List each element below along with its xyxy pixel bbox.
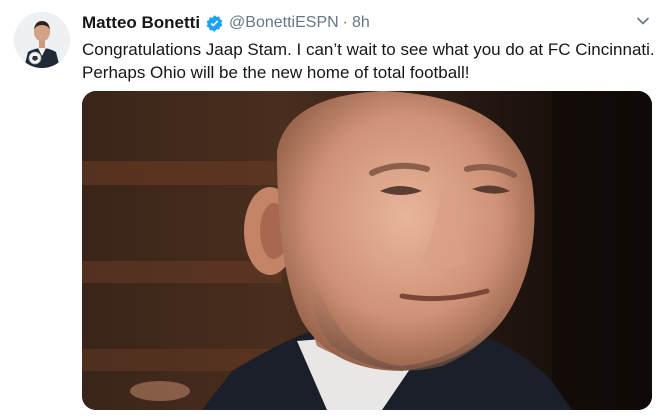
meta-separator: · (342, 14, 348, 31)
avatar[interactable] (14, 12, 70, 68)
chevron-down-icon[interactable] (636, 14, 650, 28)
author-handle[interactable]: @BonettiESPN (229, 14, 339, 32)
author-display-name[interactable]: Matteo Bonetti (82, 13, 200, 33)
tweet-text-line: Perhaps Ohio will be the new home of tot… (82, 63, 470, 82)
tweet-media-photo[interactable] (82, 91, 652, 410)
tweet-card[interactable]: Matteo Bonetti @BonettiESPN · 8h Congrat… (0, 0, 668, 418)
tweet-timestamp[interactable]: 8h (352, 14, 370, 32)
photo-portrait (82, 91, 652, 410)
tweet-text: Congratulations Jaap Stam. I can’t wait … (82, 38, 655, 84)
tweet-header: Matteo Bonetti @BonettiESPN · 8h (82, 12, 370, 34)
tweet-text-line: Congratulations Jaap Stam. I can’t wait … (82, 40, 655, 59)
avatar-image (14, 12, 70, 68)
verified-badge-icon (205, 14, 224, 33)
